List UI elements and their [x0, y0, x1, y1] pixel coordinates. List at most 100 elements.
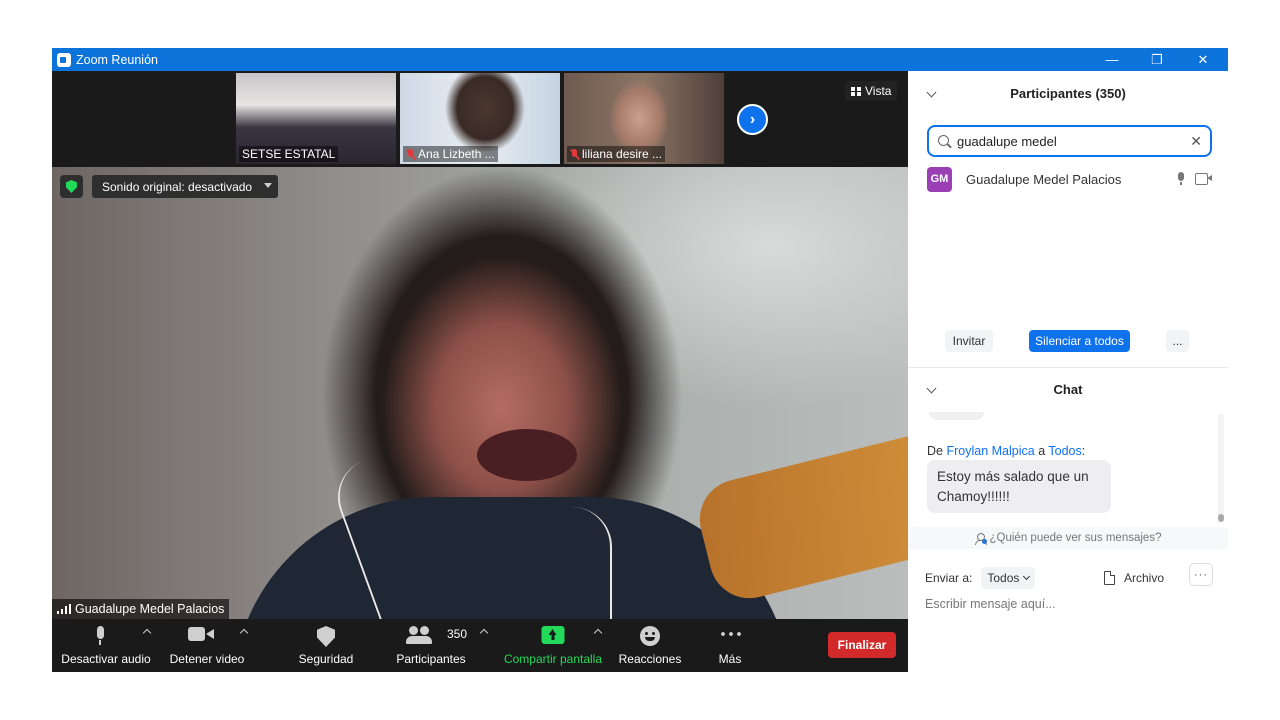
file-icon [1104, 571, 1115, 585]
participants-label: Participantes [396, 652, 466, 666]
recipient-value: Todos [987, 571, 1020, 585]
chat-message-input[interactable] [925, 594, 1215, 614]
file-button[interactable]: Archivo [1104, 567, 1164, 589]
more-dots-icon [719, 632, 741, 636]
send-to-row: Enviar a: Todos [925, 567, 1036, 589]
active-speaker-video [52, 167, 908, 619]
chevron-up-icon[interactable] [479, 628, 489, 638]
participants-icon [406, 626, 432, 644]
reactions-label: Reacciones [618, 652, 682, 666]
message-colon: : [1081, 444, 1086, 458]
who-can-see-label: ¿Quién puede ver sus mensajes? [989, 532, 1162, 544]
mute-all-button[interactable]: Silenciar a todos [1029, 330, 1130, 352]
share-screen-label: Compartir pantalla [503, 652, 603, 666]
recipient-dropdown[interactable]: Todos [981, 567, 1036, 589]
next-page-button[interactable]: › [737, 104, 768, 135]
end-meeting-button[interactable]: Finalizar [828, 632, 896, 658]
who-can-see-link[interactable]: ¿Quién puede ver sus mensajes? [908, 527, 1228, 549]
side-panel: Participantes (350) ✕ GM Guadalupe Medel… [908, 71, 1228, 672]
signal-strength-icon [57, 604, 71, 614]
video-thumbnail[interactable]: Ana Lizbeth ... [400, 73, 560, 164]
invite-button[interactable]: Invitar [945, 330, 993, 352]
stop-video-label: Detener video [169, 652, 245, 666]
more-label: Más [718, 652, 742, 666]
video-camera-icon [1195, 173, 1212, 185]
view-button[interactable]: Vista [845, 81, 898, 101]
minimize-button[interactable]: — [1089, 48, 1135, 71]
chat-messages: De Froylan Malpica a Todos: Estoy más sa… [908, 412, 1228, 525]
video-thumbnail[interactable]: SETSE ESTATAL [236, 73, 396, 164]
encryption-badge[interactable] [60, 175, 83, 198]
participant-row[interactable]: GM Guadalupe Medel Palacios [927, 166, 1217, 192]
security-button[interactable]: Seguridad [292, 619, 360, 672]
original-sound-dropdown[interactable]: Sonido original: desactivado [92, 175, 278, 198]
meeting-toolbar: Desactivar audio Detener video Seguridad… [52, 619, 908, 672]
thumbnail-strip: SETSE ESTATAL Ana Lizbeth ... liliana de… [52, 71, 908, 167]
avatar: GM [927, 166, 952, 192]
stop-video-button[interactable]: Detener video [164, 619, 250, 672]
more-button[interactable]: Más [702, 619, 758, 672]
grid-icon [851, 86, 861, 96]
video-thumbnail[interactable]: liliana desire ... [564, 73, 724, 164]
microphone-icon [1177, 172, 1185, 185]
speaker-name: Guadalupe Medel Palacios [75, 602, 225, 616]
zoom-window: Zoom Reunión — ❐ ✕ SETSE ESTATAL Ana Liz… [52, 48, 1228, 672]
chevron-up-icon[interactable] [593, 628, 603, 638]
participants-count: 350 [447, 627, 468, 641]
muted-mic-icon [570, 148, 579, 160]
search-icon [938, 135, 949, 146]
video-camera-icon [188, 626, 214, 642]
participant-search-input[interactable] [957, 133, 1177, 149]
send-to-label: Enviar a: [925, 571, 973, 585]
person-icon [974, 532, 987, 545]
view-label: Vista [865, 84, 892, 98]
file-label: Archivo [1124, 571, 1165, 585]
chevron-up-icon[interactable] [142, 628, 152, 638]
video-area: SETSE ESTATAL Ana Lizbeth ... liliana de… [52, 71, 908, 619]
reactions-button[interactable]: Reacciones [617, 619, 683, 672]
video-shape [691, 427, 908, 607]
restore-button[interactable]: ❐ [1134, 48, 1180, 71]
chevron-down-icon [1023, 572, 1031, 581]
zoom-logo-icon [57, 52, 71, 67]
scrollbar-thumb[interactable] [1218, 514, 1224, 522]
chat-more-button[interactable]: ··· [1189, 563, 1213, 586]
caret-down-icon [264, 183, 272, 188]
chat-scrollbar[interactable] [1218, 414, 1224, 522]
participant-name: Guadalupe Medel Palacios [966, 171, 1122, 187]
participants-button[interactable]: 350 Participantes [390, 619, 489, 672]
mute-audio-label: Desactivar audio [61, 652, 151, 666]
thumbnail-name: SETSE ESTATAL [239, 146, 339, 162]
close-button[interactable]: ✕ [1180, 48, 1226, 71]
thumbnail-name: Ana Lizbeth ... [403, 146, 498, 162]
message-recipient[interactable]: Todos [1048, 444, 1081, 458]
chevron-up-icon[interactable] [239, 628, 249, 638]
original-sound-label: Sonido original: desactivado [102, 179, 253, 194]
participant-search-box[interactable]: ✕ [927, 125, 1212, 157]
clear-search-icon[interactable]: ✕ [1190, 134, 1202, 148]
participants-title: Participantes (350) [1010, 86, 1126, 101]
message-from-prefix: De [927, 444, 943, 458]
message-header: De Froylan Malpica a Todos: [927, 444, 1085, 458]
title-bar: Zoom Reunión — ❐ ✕ [52, 48, 1228, 71]
chat-title: Chat [1053, 382, 1083, 397]
share-screen-button[interactable]: Compartir pantalla [500, 619, 606, 672]
thumbnail-name: liliana desire ... [567, 146, 666, 162]
message-to-word: a [1038, 444, 1046, 458]
video-shape [477, 429, 577, 481]
microphone-icon [94, 626, 106, 646]
security-label: Seguridad [298, 652, 354, 666]
participants-more-button[interactable]: ... [1166, 330, 1189, 352]
speaker-name-tag: Guadalupe Medel Palacios [52, 599, 230, 619]
person-icon-dot [981, 538, 987, 544]
divider [908, 367, 1228, 368]
reaction-emoji-icon [640, 626, 660, 646]
chevron-right-icon: › [749, 110, 756, 128]
shield-icon [66, 180, 77, 193]
mute-audio-button[interactable]: Desactivar audio [60, 619, 152, 672]
muted-mic-icon [406, 148, 415, 160]
security-shield-icon [317, 626, 335, 647]
message-sender[interactable]: Froylan Malpica [946, 444, 1034, 458]
previous-message-bubble [929, 412, 984, 420]
share-screen-icon [541, 626, 565, 644]
